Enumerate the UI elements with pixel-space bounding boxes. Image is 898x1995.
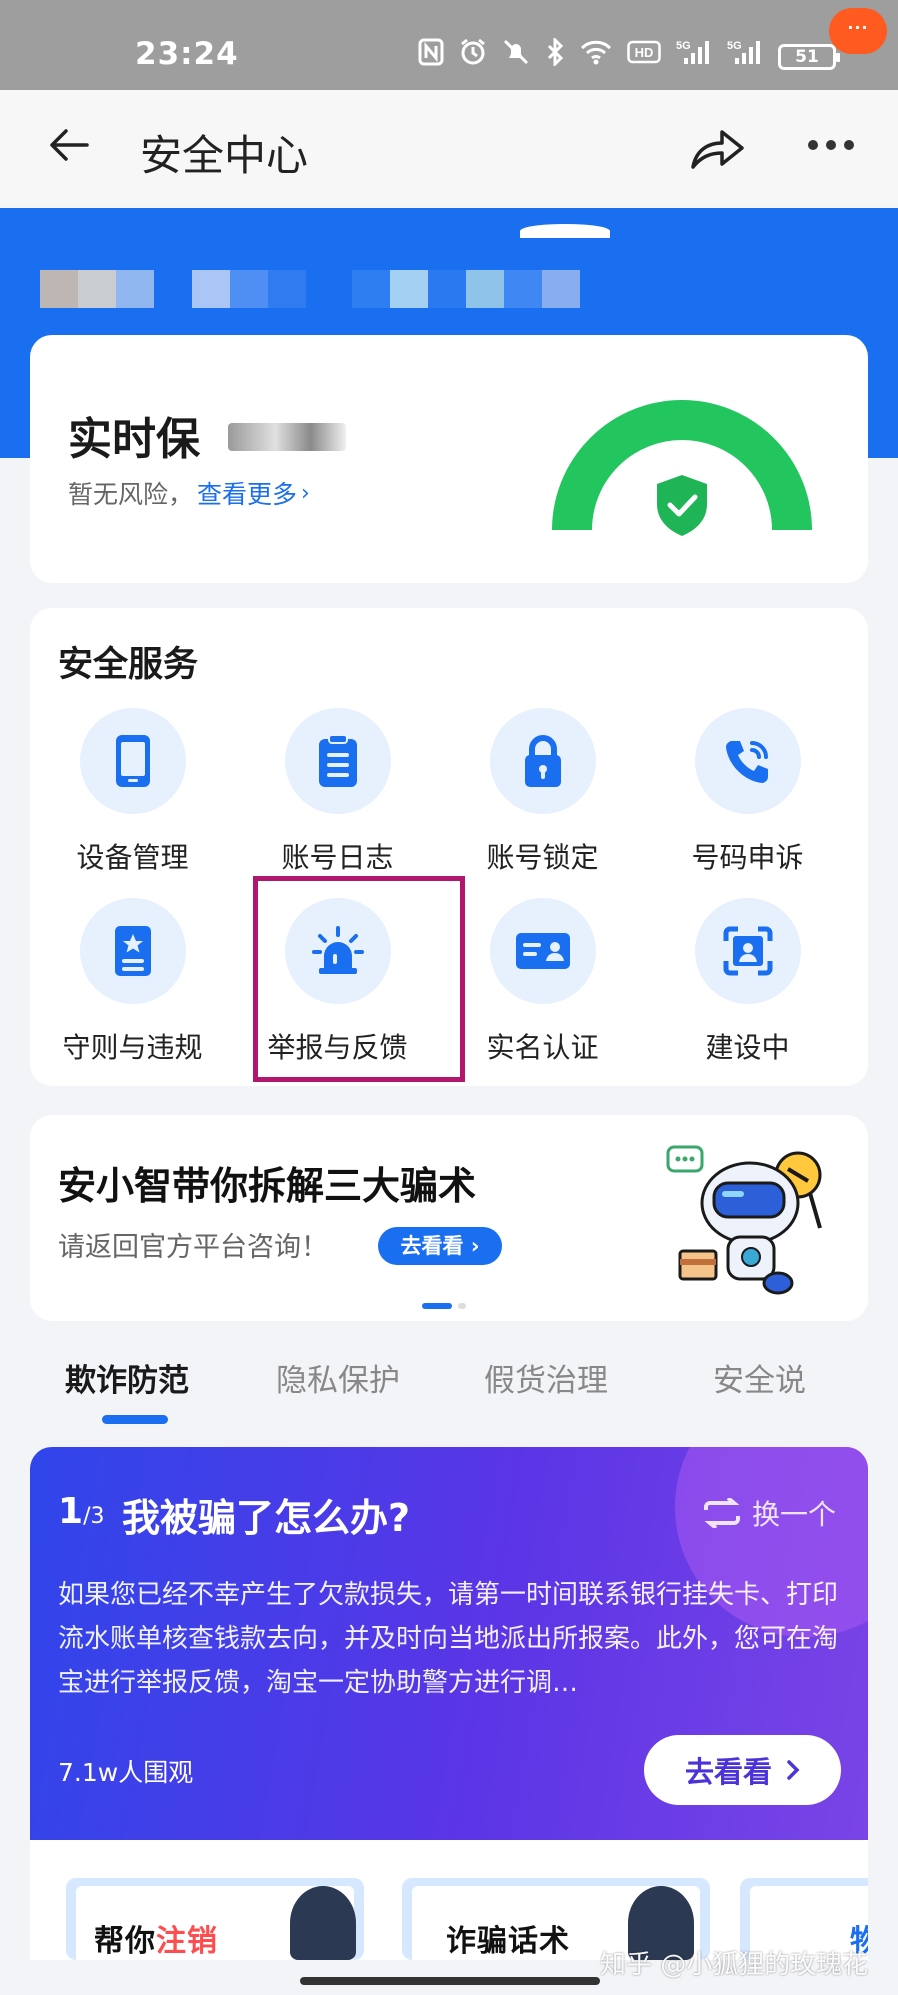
thumbnail-title: 帮你注销 [94,1916,218,1960]
shield-icon [657,475,707,536]
lock-icon [489,708,596,814]
service-label: 号码申诉 [691,841,804,874]
log-icon [284,708,391,814]
content-tabs: 欺诈防范 隐私保护 假货治理 安全说 [0,1355,898,1424]
more-dot [826,140,836,150]
avatar-illustration [290,1886,356,1960]
tab-fraud-prevention[interactable]: 欺诈防范 [65,1355,189,1400]
home-indicator[interactable] [300,1977,600,1985]
carousel-indicator [422,1303,466,1309]
view-more-link[interactable]: 查看更多 [197,475,297,511]
tip-total: /3 [83,1504,105,1529]
service-rules-violations[interactable]: 守则与违规 [30,898,235,1068]
promo-subtitle: 请返回官方平台咨询！ [58,1232,328,1263]
chevron-right-icon: › [301,480,310,506]
tab-privacy-protection[interactable]: 隐私保护 [276,1355,400,1400]
status-icons: HD 5G 5G 51 [418,36,840,75]
share-icon [691,130,744,169]
service-account-lock[interactable]: 账号锁定 [440,708,645,878]
hd-label: HD [635,45,654,60]
arrow-left-icon [50,129,89,161]
realtime-title: 实时保 [68,414,200,465]
phone-icon [79,708,186,814]
rulebook-icon [79,898,186,1004]
service-account-log[interactable]: 账号日志 [235,708,440,878]
thumbnail-prefix: 帮你 [94,1924,156,1959]
swap-button[interactable]: 换一个 [702,1493,836,1533]
status-bar: 23:24 HD 5G 5G 51 [0,0,898,90]
highlight-annotation-box [253,876,465,1082]
fraud-tip-card[interactable]: 1/3 我被骗了怎么办? 换一个 如果您已经不幸产生了欠款损失，请第一时间联系银… [30,1447,868,1840]
wifi-icon [580,39,612,74]
tip-title: 我被骗了怎么办? [122,1496,411,1540]
network-label: 5G [676,40,691,52]
bluetooth-icon [545,36,565,75]
battery-indicator: 51 [778,43,840,70]
realtime-subtitle-row: 暂无风险， 查看更多 › [68,475,310,511]
service-device-management[interactable]: 设备管理 [30,708,235,878]
anti-scam-promo-card[interactable]: 安小智带你拆解三大骗术 请返回官方平台咨询！ 去看看 › [30,1115,868,1321]
promo-go-button[interactable]: 去看看 › [378,1227,502,1265]
tab-indicator [102,1415,168,1424]
chevron-right-icon [787,1760,800,1780]
thumbnail-account-cancel[interactable]: 帮你注销 [66,1878,364,1960]
robot-mascot-icon [666,1145,822,1295]
carousel-dot-active [422,1303,452,1309]
back-button[interactable] [38,114,100,176]
view-count: 7.1w人围观 [58,1758,194,1787]
service-number-appeal[interactable]: 号码申诉 [645,708,850,878]
tab-counterfeit-governance[interactable]: 假货治理 [484,1355,608,1400]
masked-account-id [352,270,580,308]
thumbnail-title: 诈骗话术 [446,1924,570,1959]
realtime-title-redacted [228,423,346,451]
realtime-protection-card[interactable]: 实时保 暂无风险， 查看更多 › [30,335,868,583]
tip-current: 1 [58,1491,84,1532]
nav-bar: 安全中心 [0,90,898,208]
risk-status: 暂无风险， [68,480,194,509]
service-label: 建设中 [705,1031,790,1064]
phone-call-icon [694,708,801,814]
network-label: 5G [727,40,742,52]
header-decoration [520,224,610,238]
section-title: 安全服务 [58,645,199,685]
tip-go-button[interactable]: 去看看 [644,1735,841,1805]
promo-title: 安小智带你拆解三大骗术 [58,1164,477,1208]
page-title: 安全中心 [140,131,309,180]
article-thumbnails: 帮你注销 诈骗话术 物流 [30,1840,868,1960]
watermark: 知乎 @小狐狸的玫瑰花 [600,1950,869,1980]
id-card-icon [489,898,596,1004]
hd-icon: HD [627,39,661,74]
service-label: 账号锁定 [486,841,599,874]
more-button[interactable] [808,140,854,150]
more-dot [808,140,818,150]
masked-account-name [40,270,306,308]
security-gauge [552,400,812,536]
face-scan-icon [694,898,801,1004]
thumbnail-highlight: 注销 [156,1924,218,1959]
notification-badge[interactable]: ··· [829,8,887,54]
tip-go-label: 去看看 [684,1755,772,1789]
swap-icon [704,1498,740,1528]
service-realname-verify[interactable]: 实名认证 [440,898,645,1068]
swap-label: 换一个 [752,1498,837,1531]
service-label: 实名认证 [486,1031,599,1064]
service-label: 账号日志 [281,841,394,874]
more-dot [844,140,854,150]
service-label: 设备管理 [76,841,189,874]
tip-body: 如果您已经不幸产生了欠款损失，请第一时间联系银行挂失卡、打印流水账单核查钱款去向… [58,1580,839,1698]
service-label: 守则与违规 [62,1031,203,1064]
service-under-construction[interactable]: 建设中 [645,898,850,1068]
tab-security-talk[interactable]: 安全说 [713,1355,806,1400]
alarm-icon [459,38,487,75]
mute-icon [502,38,530,75]
carousel-dot [458,1303,466,1309]
share-button[interactable] [685,116,749,180]
nfc-icon [418,38,444,75]
tip-index: 1/3 [58,1491,104,1532]
signal-5g-icon: 5G [676,38,712,75]
signal-5g-icon: 5G [727,38,763,75]
status-time: 23:24 [135,36,239,72]
